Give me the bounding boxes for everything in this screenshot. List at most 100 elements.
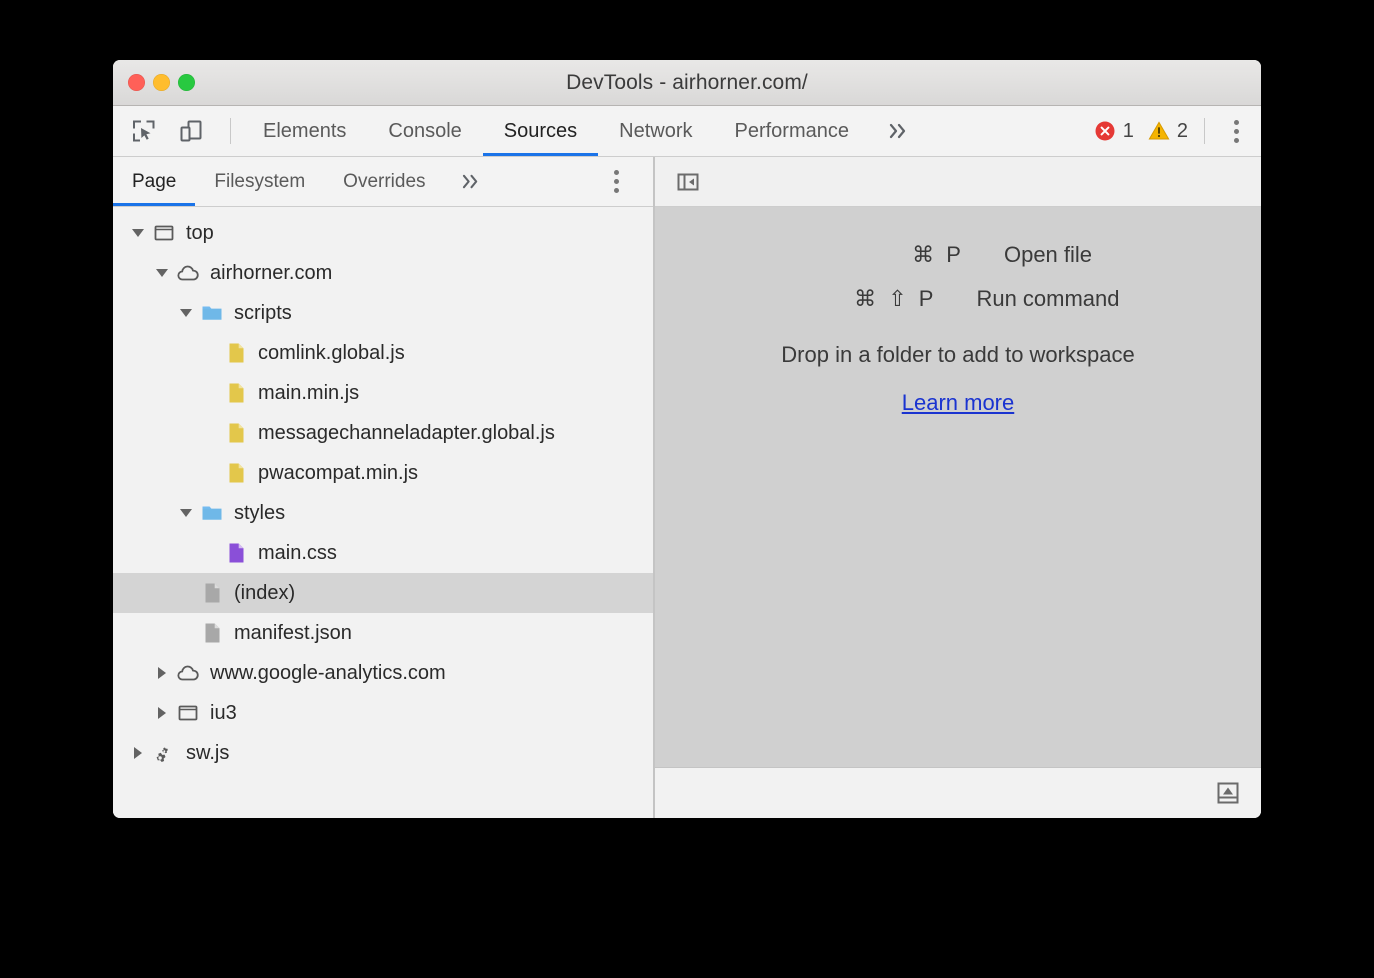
status-bar bbox=[655, 767, 1261, 818]
tree-item-messagechanneladapter-global-js[interactable]: messagechanneladapter.global.js bbox=[113, 413, 653, 453]
tree-disclosure-triangle[interactable] bbox=[175, 509, 197, 517]
js-file-icon-wrap bbox=[221, 461, 251, 485]
warning-triangle-icon bbox=[1148, 120, 1170, 142]
toolbar-icon-group bbox=[113, 106, 242, 156]
tree-item-www-google-analytics-com[interactable]: www.google-analytics.com bbox=[113, 653, 653, 693]
tree-item-comlink-global-js[interactable]: comlink.global.js bbox=[113, 333, 653, 373]
tree-disclosure-triangle[interactable] bbox=[127, 747, 149, 759]
tree-item-main-min-js[interactable]: main.min.js bbox=[113, 373, 653, 413]
frame-icon bbox=[176, 701, 200, 725]
folder-icon bbox=[200, 301, 224, 325]
navtab-overrides[interactable]: Overrides bbox=[324, 157, 444, 206]
tree-item-label: sw.js bbox=[179, 742, 229, 765]
tree-item-styles[interactable]: styles bbox=[113, 493, 653, 533]
tree-item-label: messagechanneladapter.global.js bbox=[251, 422, 555, 445]
navtab-filesystem-label: Filesystem bbox=[214, 171, 305, 193]
maximize-window-button[interactable] bbox=[178, 74, 195, 91]
tree-item-manifest-json[interactable]: manifest.json bbox=[113, 613, 653, 653]
show-drawer-icon bbox=[1215, 780, 1241, 806]
collapse-sidebar-button[interactable] bbox=[673, 167, 703, 197]
sources-navigator: Page Filesystem Overrides bbox=[113, 157, 653, 818]
tree-item-label: main.min.js bbox=[251, 382, 359, 405]
more-panels-button[interactable] bbox=[870, 106, 928, 156]
error-counter[interactable]: 1 bbox=[1094, 120, 1134, 143]
cloud-icon bbox=[176, 661, 200, 685]
devtools-toolbar: Elements Console Sources Network Perform… bbox=[113, 106, 1261, 157]
navigator-menu-button[interactable] bbox=[601, 157, 653, 206]
tree-disclosure-triangle[interactable] bbox=[151, 667, 173, 679]
shortcut-open-file: ⌘ P Open file bbox=[824, 242, 1092, 268]
document-icon bbox=[200, 581, 224, 605]
tree-disclosure-triangle[interactable] bbox=[127, 229, 149, 237]
show-drawer-button[interactable] bbox=[1213, 778, 1243, 808]
error-count: 1 bbox=[1123, 120, 1134, 143]
cloud-icon-wrap bbox=[173, 261, 203, 285]
device-toolbar-button[interactable] bbox=[174, 114, 208, 148]
folder-icon-wrap bbox=[197, 501, 227, 525]
more-navigator-tabs-button[interactable] bbox=[445, 157, 498, 206]
tab-sources[interactable]: Sources bbox=[483, 106, 598, 156]
navigator-tabs: Page Filesystem Overrides bbox=[113, 157, 653, 207]
frame-icon-wrap bbox=[149, 221, 179, 245]
shortcut-open-file-label: Open file bbox=[1004, 242, 1092, 268]
document-icon-wrap bbox=[197, 621, 227, 645]
folder-icon bbox=[200, 501, 224, 525]
chevron-double-right-icon bbox=[888, 122, 910, 140]
js-file-icon bbox=[224, 461, 248, 485]
tree-item-index[interactable]: (index) bbox=[113, 573, 653, 613]
tree-item-main-css[interactable]: main.css bbox=[113, 533, 653, 573]
kebab-menu-icon bbox=[614, 170, 619, 175]
toolbar-divider bbox=[230, 118, 231, 144]
title-bar: DevTools - airhorner.com/ bbox=[113, 60, 1261, 106]
tree-item-label: comlink.global.js bbox=[251, 342, 405, 365]
js-file-icon bbox=[224, 381, 248, 405]
navtab-overrides-label: Overrides bbox=[343, 171, 425, 193]
shortcut-run-command: ⌘ ⇧ P Run command bbox=[796, 286, 1119, 312]
service-worker-icon bbox=[152, 741, 176, 765]
device-toolbar-icon bbox=[178, 118, 204, 144]
css-file-icon bbox=[224, 541, 248, 565]
devtools-window: DevTools - airhorner.com/ bbox=[113, 60, 1261, 818]
inspect-element-button[interactable] bbox=[127, 114, 161, 148]
navtab-page[interactable]: Page bbox=[113, 157, 195, 206]
tree-item-label: airhorner.com bbox=[203, 262, 332, 285]
shortcut-run-command-label: Run command bbox=[976, 286, 1119, 312]
kebab-menu-icon bbox=[1234, 120, 1239, 125]
tree-item-top[interactable]: top bbox=[113, 213, 653, 253]
tree-item-scripts[interactable]: scripts bbox=[113, 293, 653, 333]
toolbar-divider-right bbox=[1204, 118, 1205, 144]
shortcut-run-command-keys: ⌘ ⇧ P bbox=[796, 286, 976, 312]
tab-elements[interactable]: Elements bbox=[242, 106, 367, 156]
tree-item-label: pwacompat.min.js bbox=[251, 462, 418, 485]
shortcut-open-file-keys: ⌘ P bbox=[824, 242, 1004, 268]
document-icon-wrap bbox=[197, 581, 227, 605]
tab-network[interactable]: Network bbox=[598, 106, 713, 156]
toolbar-right-group: 1 2 bbox=[1094, 106, 1261, 156]
cloud-icon bbox=[176, 261, 200, 285]
service-worker-icon-wrap bbox=[149, 741, 179, 765]
minimize-window-button[interactable] bbox=[153, 74, 170, 91]
tab-console[interactable]: Console bbox=[367, 106, 482, 156]
tab-console-label: Console bbox=[388, 120, 461, 143]
warning-counter[interactable]: 2 bbox=[1148, 120, 1188, 143]
devtools-main-menu-button[interactable] bbox=[1221, 114, 1251, 148]
js-file-icon bbox=[224, 421, 248, 445]
tree-disclosure-triangle[interactable] bbox=[151, 707, 173, 719]
tree-disclosure-triangle[interactable] bbox=[175, 309, 197, 317]
learn-more-link[interactable]: Learn more bbox=[902, 390, 1015, 416]
tree-item-airhorner-com[interactable]: airhorner.com bbox=[113, 253, 653, 293]
tab-network-label: Network bbox=[619, 120, 692, 143]
tree-item-label: styles bbox=[227, 502, 285, 525]
tab-performance[interactable]: Performance bbox=[714, 106, 871, 156]
editor-placeholder: ⌘ P Open file ⌘ ⇧ P Run command Drop in … bbox=[655, 207, 1261, 767]
tree-disclosure-triangle[interactable] bbox=[151, 269, 173, 277]
tab-elements-label: Elements bbox=[263, 120, 346, 143]
error-circle-icon bbox=[1094, 120, 1116, 142]
tree-item-pwacompat-min-js[interactable]: pwacompat.min.js bbox=[113, 453, 653, 493]
tab-sources-label: Sources bbox=[504, 120, 577, 143]
devtools-body: Page Filesystem Overrides bbox=[113, 157, 1261, 818]
tree-item-sw-js[interactable]: sw.js bbox=[113, 733, 653, 773]
tree-item-iu3[interactable]: iu3 bbox=[113, 693, 653, 733]
close-window-button[interactable] bbox=[128, 74, 145, 91]
navtab-filesystem[interactable]: Filesystem bbox=[195, 157, 324, 206]
